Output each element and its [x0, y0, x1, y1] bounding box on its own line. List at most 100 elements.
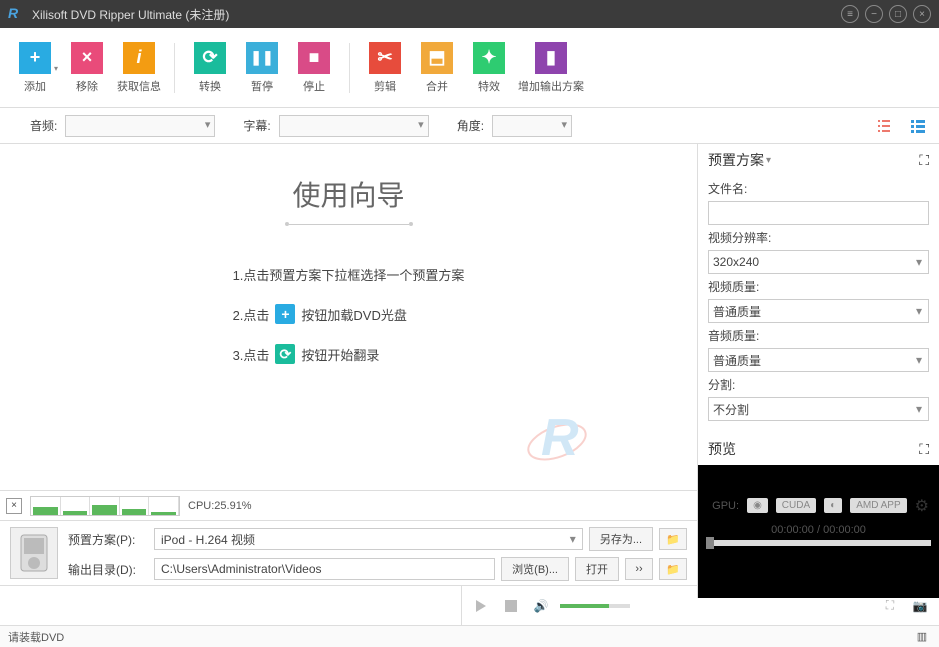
status-bar: 请装载DVD ▥ — [0, 625, 939, 647]
info-icon: i — [123, 42, 155, 74]
snapshot-icon[interactable]: 📷 — [909, 595, 931, 617]
volume-icon[interactable]: 🔊 — [530, 595, 552, 617]
step3-text-a: 3.点击 — [233, 345, 270, 364]
open-button[interactable]: 打开 — [575, 557, 619, 581]
add-label: 添加 — [24, 78, 46, 94]
wizard-title: 使用向导 — [292, 174, 404, 214]
plus-icon: + — [275, 304, 295, 324]
browse-label: 浏览(B)... — [512, 564, 558, 576]
help-button[interactable]: ≡ — [841, 5, 859, 23]
playback-time-panel: 00:00:00 / 00:00:00 — [697, 520, 939, 585]
amd-badge: AMD APP — [850, 498, 906, 513]
getinfo-button[interactable]: i 获取信息 — [114, 42, 164, 94]
cpu-label: CPU:25.91% — [188, 500, 252, 512]
remove-button[interactable]: × 移除 — [62, 42, 112, 94]
clip-label: 剪辑 — [374, 78, 396, 94]
profile-thumbnail — [10, 527, 58, 579]
saveas-label: 另存为... — [600, 534, 642, 546]
preset-header: 预置方案 ▾ ⛶ — [698, 144, 939, 176]
saveas-button[interactable]: 另存为... — [589, 527, 653, 551]
audio-select[interactable] — [65, 115, 215, 137]
volume-slider[interactable] — [560, 604, 630, 608]
convert-label: 转换 — [199, 78, 221, 94]
split-select[interactable]: 不分割 — [708, 397, 929, 421]
merge-button[interactable]: ⬒ 合并 — [412, 42, 462, 94]
columns-icon[interactable]: ▥ — [913, 628, 931, 646]
vres-select[interactable]: 320x240 — [708, 250, 929, 274]
stop-playback-button[interactable] — [500, 595, 522, 617]
svg-text:R: R — [541, 409, 579, 467]
profile-value: iPod - H.264 视频 — [161, 531, 255, 548]
main-panel: 使用向导 1.点击预置方案下拉框选择一个预置方案 2.点击 + 按钮加载DVD光… — [0, 144, 697, 490]
profile-select[interactable]: iPod - H.264 视频 — [154, 528, 583, 550]
browse-button[interactable]: 浏览(B)... — [501, 557, 569, 581]
preview-header: 预览 ⛶ — [698, 433, 939, 465]
list-view-button[interactable] — [873, 115, 895, 137]
vq-label: 视频质量: — [708, 278, 929, 295]
angle-select[interactable] — [492, 115, 572, 137]
expand-icon[interactable]: ⛶ — [919, 441, 929, 458]
detail-view-button[interactable] — [907, 115, 929, 137]
chevron-down-icon[interactable]: ▾ — [766, 155, 771, 166]
remove-label: 移除 — [76, 78, 98, 94]
aq-label: 音频质量: — [708, 327, 929, 344]
effect-label: 特效 — [478, 78, 500, 94]
filename-input[interactable] — [708, 201, 929, 225]
step2-text-a: 2.点击 — [233, 305, 270, 324]
pause-icon: ❚❚ — [246, 42, 278, 74]
wand-icon: ✦ — [473, 42, 505, 74]
output-label: 输出目录(D): — [68, 561, 148, 578]
vq-select[interactable]: 普通质量 — [708, 299, 929, 323]
angle-label: 角度: — [457, 117, 484, 134]
fullscreen-icon[interactable]: ⛶ — [879, 595, 901, 617]
aq-value: 普通质量 — [713, 352, 761, 369]
merge-icon: ⬒ — [421, 42, 453, 74]
gear-icon[interactable]: ⚙ — [915, 496, 929, 516]
getinfo-label: 获取信息 — [117, 78, 161, 94]
aq-select[interactable]: 普通质量 — [708, 348, 929, 372]
timecode: 00:00:00 / 00:00:00 — [771, 524, 866, 536]
wizard-step-2: 2.点击 + 按钮加载DVD光盘 — [233, 304, 407, 324]
maximize-button[interactable]: □ — [889, 5, 907, 23]
vres-value: 320x240 — [713, 255, 759, 269]
play-button[interactable] — [470, 595, 492, 617]
chevron-down-icon: ▾ — [54, 64, 58, 73]
add-button[interactable]: + ▾ 添加 — [10, 42, 60, 94]
pause-label: 暂停 — [251, 78, 273, 94]
addprofile-button[interactable]: ▮ 增加输出方案 — [516, 42, 586, 94]
expand-icon[interactable]: ⛶ — [919, 152, 929, 169]
vq-value: 普通质量 — [713, 303, 761, 320]
split-value: 不分割 — [713, 401, 749, 418]
close-stats-button[interactable]: × — [6, 498, 22, 514]
seek-slider[interactable] — [706, 540, 931, 546]
convert-icon: ⟳ — [275, 344, 295, 364]
stop-button[interactable]: ■ 停止 — [289, 42, 339, 94]
main-toolbar: + ▾ 添加 × 移除 i 获取信息 ⟳ 转换 ❚❚ 暂停 ■ 停止 ✂ 剪 — [0, 28, 939, 108]
time-total: 00:00:00 — [823, 524, 866, 536]
more-button[interactable]: ›› — [625, 558, 653, 580]
open-label: 打开 — [586, 564, 608, 576]
output-folder-button[interactable]: 📁 — [659, 558, 687, 580]
convert-button[interactable]: ⟳ 转换 — [185, 42, 235, 94]
watermark-logo-icon: R — [517, 397, 597, 480]
addprofile-label: 增加输出方案 — [518, 78, 584, 94]
titlebar: R Xilisoft DVD Ripper Ultimate (未注册) ≡ −… — [0, 0, 939, 28]
stop-icon: ■ — [298, 42, 330, 74]
pause-button[interactable]: ❚❚ 暂停 — [237, 42, 287, 94]
minimize-button[interactable]: − — [865, 5, 883, 23]
clip-button[interactable]: ✂ 剪辑 — [360, 42, 410, 94]
subtitle-label: 字幕: — [243, 117, 270, 134]
status-text: 请装载DVD — [8, 629, 64, 645]
effect-button[interactable]: ✦ 特效 — [464, 42, 514, 94]
stop-label: 停止 — [303, 78, 325, 94]
wizard-step-1: 1.点击预置方案下拉框选择一个预置方案 — [233, 265, 465, 284]
x-icon: × — [71, 42, 103, 74]
close-button[interactable]: × — [913, 5, 931, 23]
gpu-label: GPU: — [712, 500, 739, 512]
filename-label: 文件名: — [708, 180, 929, 197]
output-value: C:\Users\Administrator\Videos — [161, 562, 322, 576]
output-path-input[interactable]: C:\Users\Administrator\Videos — [154, 558, 495, 580]
output-settings: 预置方案(P): iPod - H.264 视频 另存为... 📁 输出目录(D… — [0, 520, 697, 585]
subtitle-select[interactable] — [279, 115, 429, 137]
profile-folder-button[interactable]: 📁 — [659, 528, 687, 550]
